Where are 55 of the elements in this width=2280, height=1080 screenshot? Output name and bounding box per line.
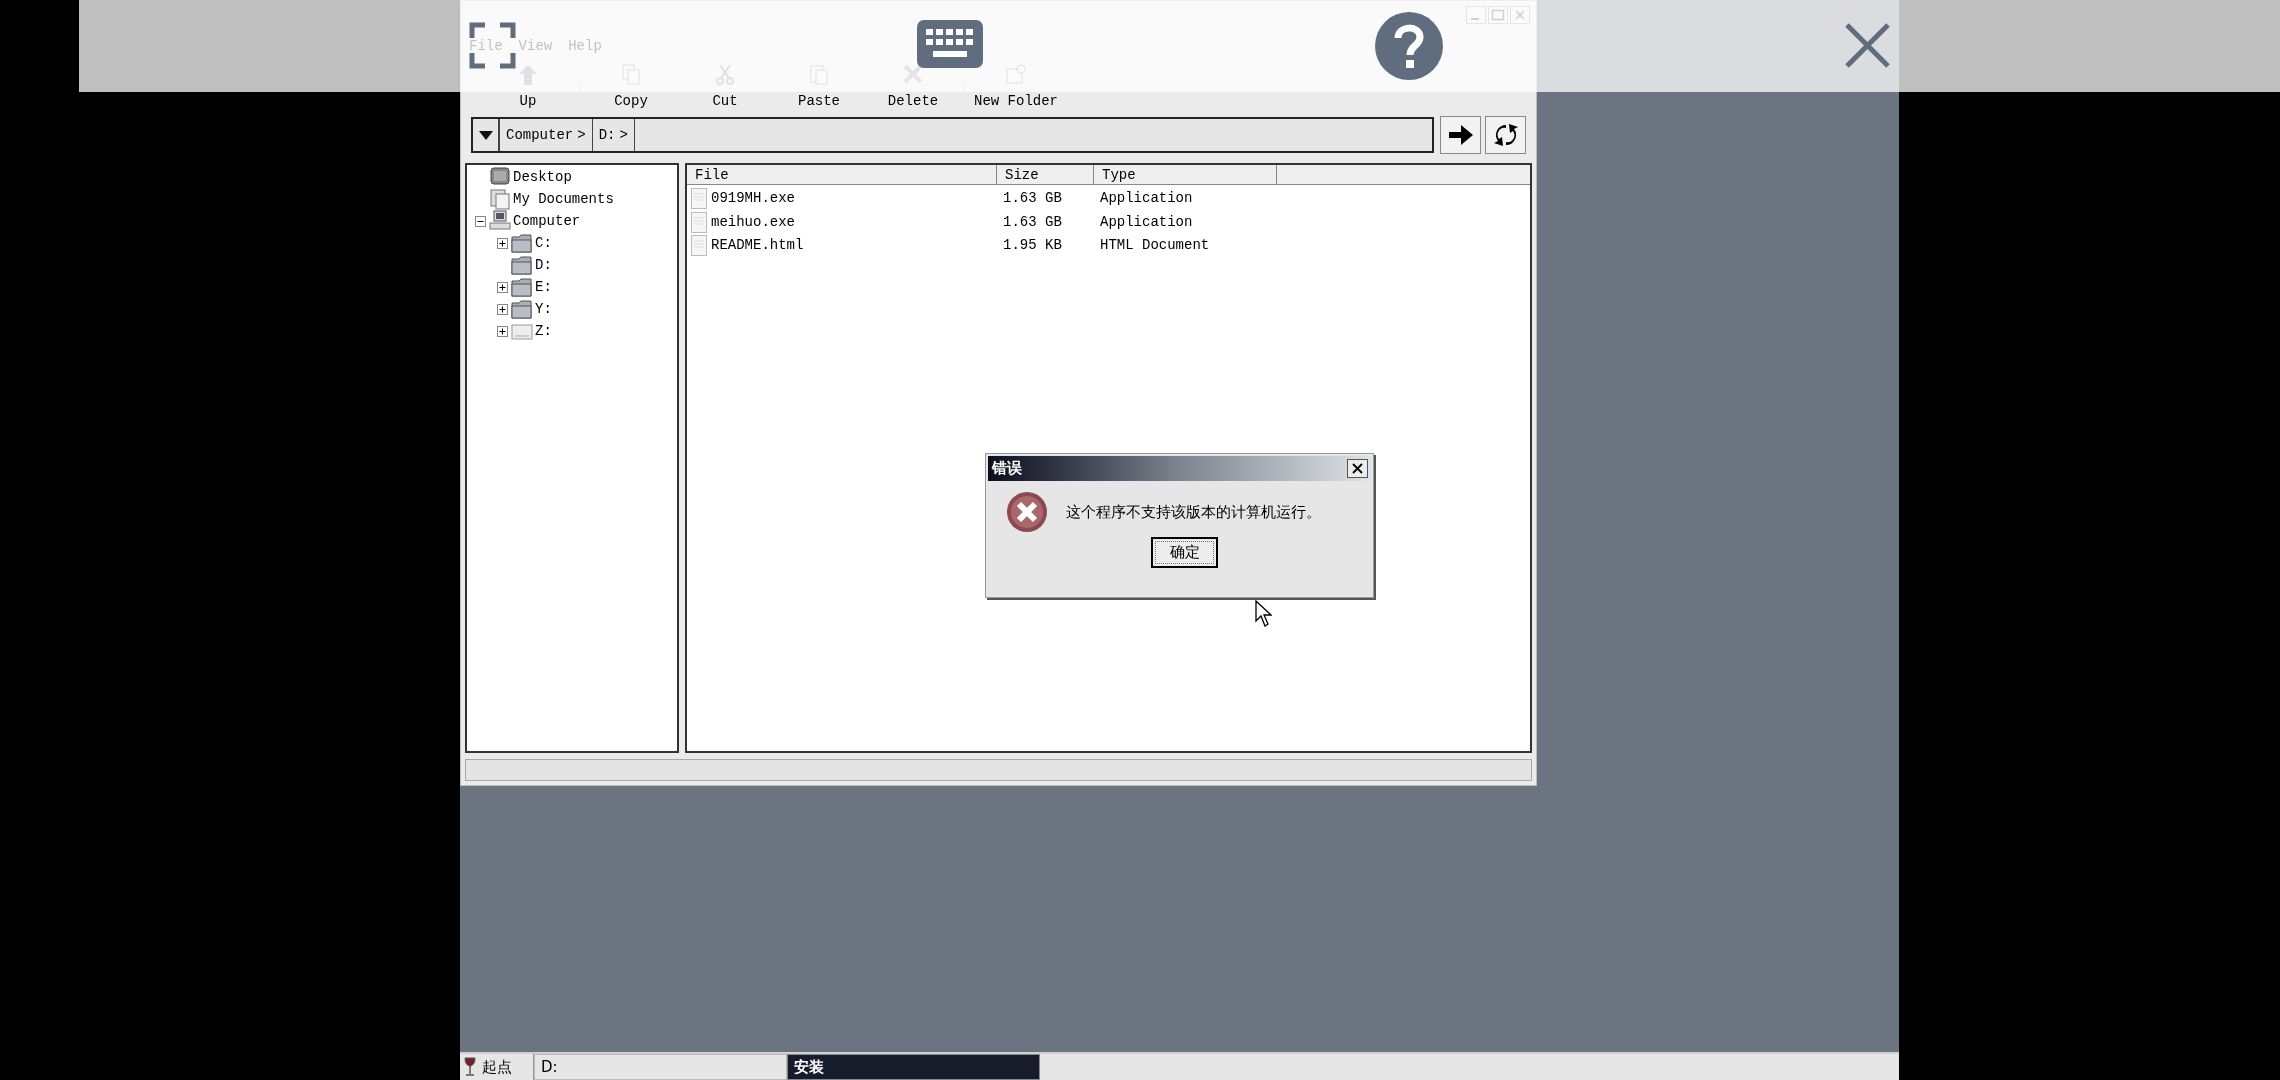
file-size: 1.63 GB [1002, 189, 1063, 209]
go-button[interactable] [1440, 116, 1481, 154]
wine-glass-icon [464, 1057, 476, 1077]
error-message: 这个程序不支持该版本的计算机运行。 [1066, 501, 1321, 523]
file-type: Application [1099, 212, 1193, 232]
folder-icon [511, 276, 533, 298]
folder-icon [511, 298, 533, 320]
expand-icon[interactable] [496, 303, 508, 315]
folder-icon [511, 232, 533, 254]
expand-icon[interactable] [496, 325, 508, 337]
breadcrumb-button[interactable]: D: > [591, 119, 634, 151]
file-size: 1.95 KB [1002, 236, 1063, 256]
tree-item[interactable]: My Documents [513, 188, 614, 210]
tree-item[interactable]: E: [535, 276, 552, 298]
dialog-title: 错误 [992, 458, 1022, 480]
tree-item[interactable]: Y: [535, 298, 552, 320]
file-icon [691, 188, 707, 210]
expand-icon[interactable] [496, 281, 508, 293]
tree-item[interactable]: D: [535, 254, 552, 276]
column-header[interactable]: Type [1094, 165, 1277, 184]
file-type: Application [1099, 189, 1193, 209]
monitor-icon [489, 166, 511, 188]
column-header[interactable]: Size [997, 165, 1094, 184]
file-name[interactable]: 0919MH.exe [711, 188, 795, 210]
collapse-icon[interactable] [474, 215, 486, 227]
help-icon[interactable] [1375, 12, 1443, 80]
file-type: HTML Document [1099, 236, 1210, 256]
tree-item[interactable]: C: [535, 232, 552, 254]
documents-icon [489, 188, 511, 210]
tree-item[interactable]: Desktop [513, 166, 572, 188]
caret-icon [478, 130, 493, 140]
mouse-pointer-icon [1255, 600, 1272, 627]
tree-item[interactable]: Z: [535, 320, 552, 342]
arrow-right-icon [1446, 123, 1475, 147]
keyboard-icon[interactable] [917, 20, 983, 68]
computer-icon [489, 210, 511, 232]
ok-button[interactable]: 确定 [1151, 537, 1218, 568]
file-name[interactable]: README.html [711, 235, 804, 257]
breadcrumb-button[interactable]: Computer > [499, 119, 592, 151]
close-icon[interactable] [1844, 22, 1891, 69]
taskbar-item[interactable]: D: [534, 1054, 787, 1080]
close-icon [1352, 463, 1363, 474]
refresh-button[interactable] [1485, 116, 1526, 154]
file-icon [691, 211, 707, 233]
file-icon [691, 235, 707, 257]
expand-icon[interactable] [496, 237, 508, 249]
column-header[interactable]: File [687, 165, 997, 184]
dialog-close-button[interactable] [1347, 459, 1368, 478]
error-icon [1006, 491, 1048, 533]
fullscreen-icon[interactable] [469, 22, 516, 69]
folder-icon [511, 254, 533, 276]
tree-item[interactable]: Computer [513, 210, 581, 232]
taskbar-item[interactable]: 安装 [787, 1054, 1040, 1080]
file-size: 1.63 GB [1002, 212, 1063, 232]
file-name[interactable]: meihuo.exe [711, 211, 795, 233]
